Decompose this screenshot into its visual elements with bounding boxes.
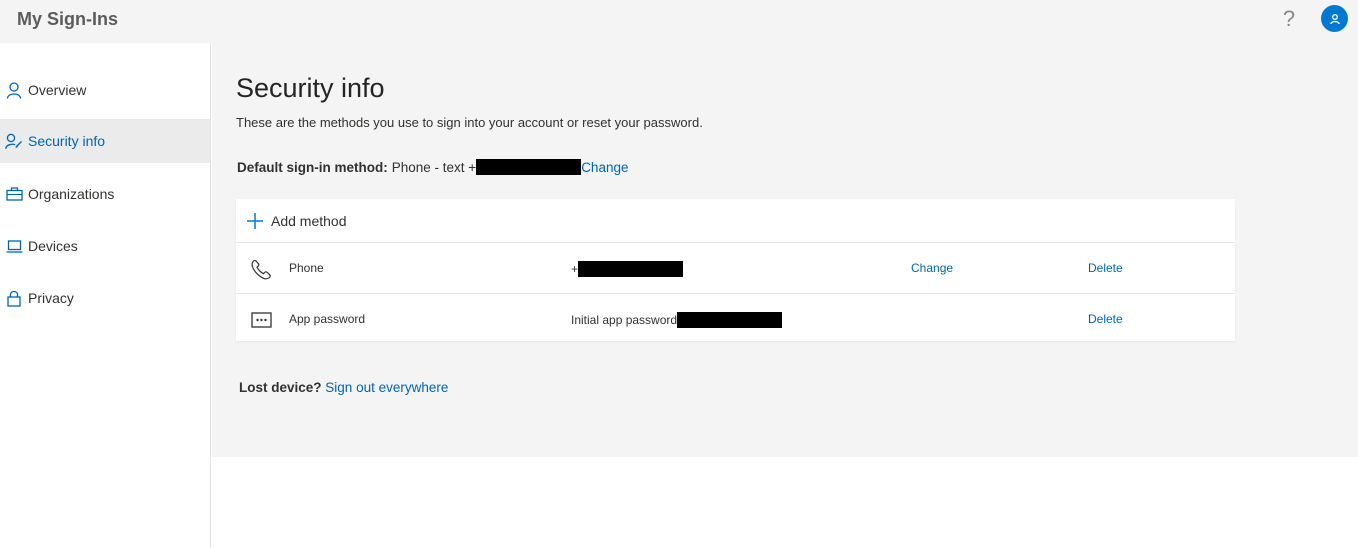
delete-app-password-link[interactable]: Delete	[1088, 312, 1123, 326]
main-content: Security info These are the methods you …	[212, 43, 1358, 457]
top-bar: My Sign-Ins ?	[0, 0, 1358, 43]
method-row-app-password: App password Initial app password Delete	[236, 294, 1235, 345]
add-method-label: Add method	[271, 212, 347, 229]
sidebar: Overview Security info Organizations Dev…	[0, 43, 211, 548]
redacted-app-password	[677, 312, 783, 328]
redacted-phone-number	[476, 159, 582, 175]
sidebar-item-security-info[interactable]: Security info	[0, 119, 210, 163]
sidebar-item-label: Privacy	[28, 290, 74, 306]
sidebar-item-overview[interactable]: Overview	[0, 68, 210, 112]
sidebar-item-label: Devices	[28, 238, 78, 254]
method-value-prefix: +	[571, 262, 579, 276]
page-subtitle: These are the methods you use to sign in…	[236, 115, 703, 130]
method-value: +	[571, 261, 684, 277]
default-method-label: Default sign-in method:	[237, 159, 388, 175]
app-password-icon	[251, 312, 272, 328]
app-title: My Sign-Ins	[17, 9, 119, 29]
avatar[interactable]	[1321, 5, 1348, 32]
phone-icon	[251, 259, 271, 280]
change-phone-link[interactable]: Change	[911, 261, 953, 275]
sidebar-item-privacy[interactable]: Privacy	[0, 276, 210, 320]
method-name: App password	[289, 312, 366, 326]
default-sign-in-method: Default sign-in method: Phone - text + C…	[237, 159, 628, 175]
lost-device-row: Lost device? Sign out everywhere	[239, 380, 448, 395]
help-icon[interactable]: ?	[1280, 6, 1298, 32]
redacted-phone-number	[578, 261, 684, 277]
delete-phone-link[interactable]: Delete	[1088, 261, 1123, 275]
user-avatar-icon	[1329, 13, 1340, 24]
sign-out-everywhere-link[interactable]: Sign out everywhere	[325, 380, 448, 395]
person-icon	[0, 80, 28, 100]
briefcase-icon	[0, 184, 28, 204]
method-value: Initial app password	[571, 312, 783, 328]
lock-icon	[0, 288, 28, 308]
add-method-button[interactable]: Add method	[236, 199, 1235, 243]
lost-device-question: Lost device?	[239, 380, 322, 395]
laptop-icon	[0, 236, 28, 256]
sidebar-item-devices[interactable]: Devices	[0, 224, 210, 268]
sidebar-item-label: Security info	[28, 133, 106, 149]
sidebar-item-label: Organizations	[28, 186, 115, 202]
default-method-value: Phone - text +	[391, 159, 477, 175]
change-default-method-link[interactable]: Change	[581, 160, 628, 175]
page-title: Security info	[236, 73, 385, 103]
method-name: Phone	[289, 261, 324, 275]
plus-icon	[247, 212, 263, 229]
sidebar-item-label: Overview	[28, 82, 87, 98]
sidebar-item-organizations[interactable]: Organizations	[0, 172, 210, 216]
security-methods-card: Add method Phone + Change Delete App pas…	[236, 199, 1235, 341]
method-row-phone: Phone + Change Delete	[236, 243, 1235, 294]
method-value-text: Initial app password	[571, 313, 678, 327]
security-info-icon	[0, 131, 28, 151]
